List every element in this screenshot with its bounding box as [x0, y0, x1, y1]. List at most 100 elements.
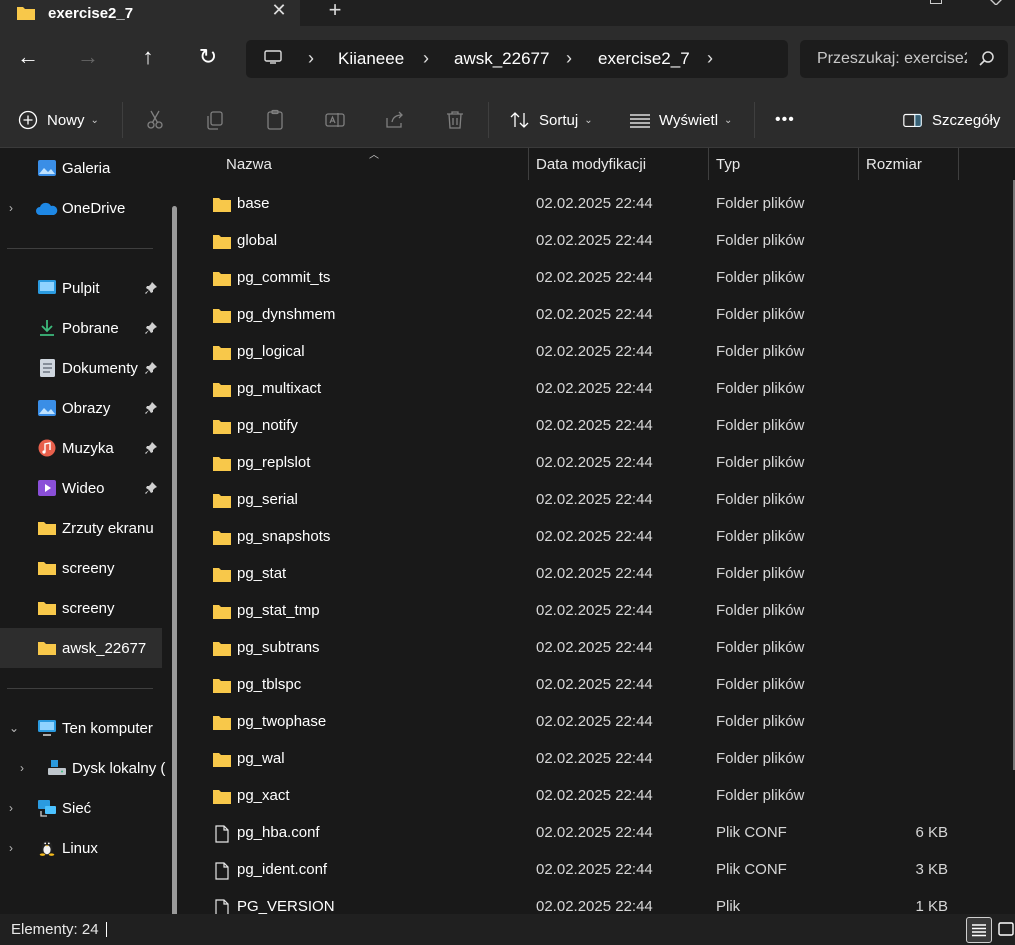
file-row[interactable]: pg_wal 02.02.2025 22:44 Folder plików — [186, 741, 986, 778]
file-row[interactable]: pg_notify 02.02.2025 22:44 Folder plików — [186, 408, 986, 445]
file-type: Folder plików — [716, 528, 805, 545]
cut-button[interactable] — [143, 104, 167, 136]
maximize-button[interactable] — [930, 0, 942, 4]
file-row[interactable]: pg_twophase 02.02.2025 22:44 Folder plików — [186, 704, 986, 741]
sidebar-item-linux[interactable]: › Linux — [0, 828, 162, 868]
pin-icon[interactable] — [144, 441, 158, 455]
breadcrumb-exercise[interactable]: exercise2_7 — [598, 49, 690, 69]
file-icon — [215, 899, 229, 914]
more-options-button[interactable]: ••• — [775, 104, 795, 136]
sidebar-item-screeny[interactable]: screeny — [0, 548, 162, 588]
file-row[interactable]: pg_replslot 02.02.2025 22:44 Folder plików — [186, 445, 986, 482]
details-view-button[interactable] — [966, 917, 992, 943]
file-type: Plik — [716, 898, 741, 914]
address-bar[interactable]: › Kiianeee › awsk_22677 › exercise2_7 › — [246, 40, 788, 78]
column-resize-handle[interactable] — [708, 148, 709, 180]
file-row[interactable]: pg_ident.conf 02.02.2025 22:44 Plik CONF 3 … — [186, 852, 986, 889]
breadcrumb-kiianeee[interactable]: Kiianeee — [338, 49, 404, 69]
search-icon[interactable] — [978, 50, 996, 68]
column-header-name[interactable]: Nazwa — [226, 148, 272, 182]
rename-button[interactable] — [323, 104, 347, 136]
view-button[interactable]: Wyświetl ⌄ — [628, 104, 732, 136]
share-button[interactable] — [383, 104, 407, 136]
file-type: Folder plików — [716, 787, 805, 804]
sidebar-item-dysk-lokalny[interactable]: › Dysk lokalny ( — [0, 748, 165, 788]
sidebar-item-galeria[interactable]: Galeria — [0, 148, 162, 188]
paste-button[interactable] — [263, 104, 287, 136]
sidebar-item-siec[interactable]: › Sieć — [0, 788, 162, 828]
sidebar-item-onedrive[interactable]: › OneDrive — [0, 188, 162, 228]
pin-icon[interactable] — [144, 361, 158, 375]
chevron-right-icon[interactable]: › — [9, 201, 21, 215]
column-header-size[interactable]: Rozmiar — [866, 148, 922, 182]
folder-icon — [17, 7, 35, 20]
file-row[interactable]: base 02.02.2025 22:44 Folder plików — [186, 186, 986, 223]
file-name: pg_subtrans — [237, 639, 320, 656]
file-date-modified: 02.02.2025 22:44 — [536, 417, 653, 434]
sidebar-item-muzyka[interactable]: Muzyka — [0, 428, 162, 468]
new-tab-button[interactable]: + — [322, 0, 348, 22]
sidebar-item-pulpit[interactable]: Pulpit — [0, 268, 162, 308]
file-row[interactable]: pg_stat_tmp 02.02.2025 22:44 Folder plików — [186, 593, 986, 630]
back-button[interactable]: ← — [14, 44, 42, 72]
file-row[interactable]: global 02.02.2025 22:44 Folder plików — [186, 223, 986, 260]
details-pane-button[interactable]: Szczegóły — [902, 104, 1000, 136]
chevron-down-icon[interactable]: ⌄ — [9, 721, 21, 735]
column-resize-handle[interactable] — [958, 148, 959, 180]
pin-icon[interactable] — [144, 481, 158, 495]
sidebar-item-dokumenty[interactable]: Dokumenty — [0, 348, 162, 388]
file-row[interactable]: pg_subtrans 02.02.2025 22:44 Folder plików — [186, 630, 986, 667]
chevron-right-icon[interactable]: › — [9, 841, 21, 855]
chevron-right-icon[interactable]: › — [20, 761, 32, 775]
sidebar-item-awsk-22677[interactable]: awsk_22677 — [0, 628, 162, 668]
chevron-right-icon[interactable]: › — [9, 801, 21, 815]
column-header-date[interactable]: Data modyfikacji — [536, 148, 646, 182]
file-date-modified: 02.02.2025 22:44 — [536, 676, 653, 693]
sidebar-divider — [7, 688, 153, 689]
close-window-button[interactable] — [990, 0, 1002, 6]
new-button[interactable]: Nowy ⌄ — [16, 104, 99, 136]
sidebar-item-pobrane[interactable]: Pobrane — [0, 308, 162, 348]
copy-button[interactable] — [203, 104, 227, 136]
file-row[interactable]: pg_stat 02.02.2025 22:44 Folder plików — [186, 556, 986, 593]
sidebar-scrollbar[interactable] — [172, 206, 177, 945]
folder-icon — [213, 642, 231, 656]
file-row[interactable]: pg_hba.conf 02.02.2025 22:44 Plik CONF 6 KB — [186, 815, 986, 852]
sidebar-item-label: awsk_22677 — [62, 639, 147, 657]
file-row[interactable]: pg_dynshmem 02.02.2025 22:44 Folder plików — [186, 297, 986, 334]
refresh-button[interactable]: ↻ — [194, 44, 222, 72]
tab-exercise2_7[interactable]: exercise2_7 ✕ — [0, 0, 300, 26]
file-row[interactable]: pg_logical 02.02.2025 22:44 Folder plików — [186, 334, 986, 371]
column-header-type[interactable]: Typ — [716, 148, 740, 182]
up-button[interactable]: ↑ — [134, 44, 162, 72]
file-row[interactable]: pg_xact 02.02.2025 22:44 Folder plików — [186, 778, 986, 815]
view-list-icon — [630, 114, 650, 128]
pictures-icon — [38, 400, 56, 416]
chevron-right-icon[interactable]: › — [707, 48, 713, 69]
breadcrumb-awsk[interactable]: awsk_22677 — [454, 49, 549, 69]
file-row[interactable]: pg_tblspc 02.02.2025 22:44 Folder plików — [186, 667, 986, 704]
sidebar-item-obrazy[interactable]: Obrazy — [0, 388, 162, 428]
close-tab-icon[interactable]: ✕ — [268, 0, 290, 22]
sidebar-item-zrzuty-ekranu[interactable]: Zrzuty ekranu — [0, 508, 162, 548]
delete-button[interactable] — [443, 104, 467, 136]
pin-icon[interactable] — [144, 321, 158, 335]
tiles-view-button[interactable] — [994, 917, 1015, 943]
column-resize-handle[interactable] — [528, 148, 529, 180]
chevron-right-icon[interactable]: › — [566, 48, 572, 69]
sidebar-item-ten-komputer[interactable]: ⌄ Ten komputer — [0, 708, 162, 748]
search-input[interactable] — [817, 40, 967, 78]
chevron-right-icon[interactable]: › — [423, 48, 429, 69]
file-row[interactable]: pg_multixact 02.02.2025 22:44 Folder plikó… — [186, 371, 986, 408]
pin-icon[interactable] — [144, 281, 158, 295]
sort-button[interactable]: Sortuj ⌄ — [508, 104, 593, 136]
forward-button[interactable]: → — [74, 44, 102, 72]
file-row[interactable]: pg_commit_ts 02.02.2025 22:44 Folder plikó… — [186, 260, 986, 297]
pin-icon[interactable] — [144, 401, 158, 415]
sidebar-item-screeny-2[interactable]: screeny — [0, 588, 162, 628]
column-resize-handle[interactable] — [858, 148, 859, 180]
file-row[interactable]: pg_snapshots 02.02.2025 22:44 Folder plikó… — [186, 519, 986, 556]
file-row[interactable]: pg_serial 02.02.2025 22:44 Folder plików — [186, 482, 986, 519]
sidebar-item-wideo[interactable]: Wideo — [0, 468, 162, 508]
file-row[interactable]: PG_VERSION 02.02.2025 22:44 Plik 1 KB — [186, 889, 986, 914]
